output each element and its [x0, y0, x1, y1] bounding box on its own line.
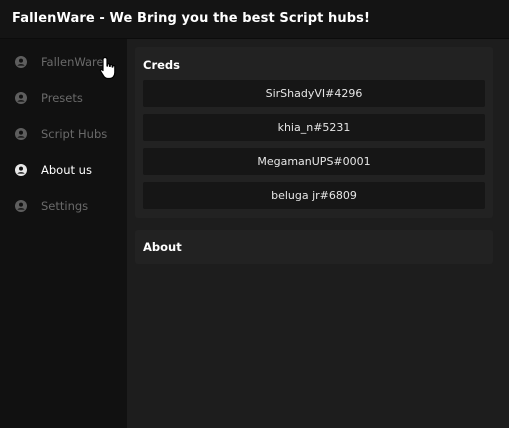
sidebar-item-label: About us [41, 163, 92, 177]
hand-pointer-cursor-icon [99, 56, 116, 80]
about-section: About [135, 230, 493, 264]
user-circle-icon [15, 92, 27, 104]
cred-row[interactable]: MegamanUPS#0001 [143, 148, 485, 175]
sidebar-item-script-hubs[interactable]: Script Hubs [0, 120, 127, 148]
title-bar[interactable]: FallenWare - We Bring you the best Scrip… [0, 0, 509, 39]
user-circle-icon [15, 164, 27, 176]
sidebar-item-label: Presets [41, 91, 83, 105]
cred-row[interactable]: beluga jr#6809 [143, 182, 485, 209]
creds-title: Creds [143, 58, 180, 72]
sidebar-item-about-us[interactable]: About us [0, 156, 127, 184]
app-window: FallenWare - We Bring you the best Scrip… [0, 0, 509, 428]
user-circle-icon [15, 56, 27, 68]
sidebar-item-label: Settings [41, 199, 89, 213]
sidebar-item-label: Script Hubs [41, 127, 108, 141]
sidebar-item-settings[interactable]: Settings [0, 192, 127, 220]
cred-row[interactable]: khia_n#5231 [143, 114, 485, 141]
sidebar: FallenWare Presets Script Hubs About us … [0, 39, 127, 428]
creds-section: Creds SirShadyVI#4296 khia_n#5231 Megama… [135, 47, 493, 218]
window-title: FallenWare - We Bring you the best Scrip… [12, 11, 371, 26]
cred-row[interactable]: SirShadyVI#4296 [143, 80, 485, 107]
about-title: About [143, 240, 182, 254]
user-circle-icon [15, 128, 27, 140]
user-circle-icon [15, 200, 27, 212]
sidebar-item-presets[interactable]: Presets [0, 84, 127, 112]
sidebar-item-label: FallenWare [41, 55, 104, 69]
main-panel: Creds SirShadyVI#4296 khia_n#5231 Megama… [127, 39, 509, 428]
